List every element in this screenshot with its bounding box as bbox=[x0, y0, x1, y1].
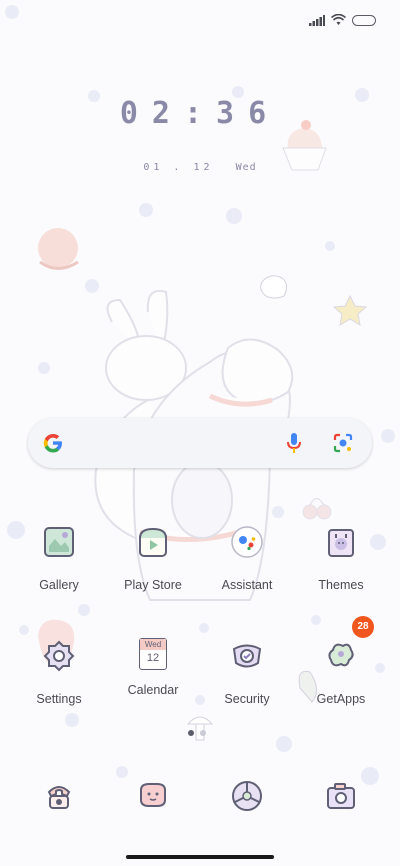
gallery-icon bbox=[44, 527, 74, 557]
calendar-icon: Wed 12 bbox=[139, 638, 167, 670]
cherries-decoration bbox=[302, 498, 332, 520]
clock-hour-ones: 2 bbox=[151, 96, 184, 131]
calendar-icon-day: 12 bbox=[146, 652, 160, 664]
google-logo-icon[interactable] bbox=[41, 431, 65, 455]
date-display[interactable]: 01 . 12 Wed bbox=[0, 162, 400, 173]
microphone-icon[interactable] bbox=[286, 431, 302, 455]
app-security[interactable]: Security bbox=[200, 638, 294, 706]
battery-icon bbox=[352, 14, 376, 26]
app-label: Security bbox=[224, 692, 270, 706]
clock-separator: : bbox=[183, 96, 217, 131]
mushroom-decoration bbox=[186, 716, 214, 741]
app-label: Calendar bbox=[127, 683, 179, 697]
page-indicator[interactable] bbox=[188, 730, 206, 736]
google-lens-icon[interactable] bbox=[332, 432, 354, 454]
camera-icon[interactable] bbox=[323, 778, 359, 814]
app-label: Assistant bbox=[221, 578, 273, 592]
page-dot bbox=[200, 730, 206, 736]
security-icon bbox=[232, 644, 262, 668]
weekday-text: Wed bbox=[235, 162, 257, 173]
app-label: Themes bbox=[318, 578, 364, 592]
assistant-icon bbox=[231, 526, 263, 558]
notification-badge: 28 bbox=[352, 616, 374, 638]
status-bar bbox=[309, 14, 376, 26]
app-calendar[interactable]: Wed 12 Calendar bbox=[106, 638, 200, 697]
app-play-store[interactable]: Play Store bbox=[106, 524, 200, 592]
app-label: Gallery bbox=[39, 578, 79, 592]
settings-icon bbox=[43, 640, 75, 672]
getapps-icon bbox=[328, 643, 354, 667]
calendar-icon-header: Wed bbox=[140, 639, 166, 650]
app-label: Play Store bbox=[124, 578, 182, 592]
app-gallery[interactable]: Gallery bbox=[12, 524, 106, 592]
app-assistant[interactable]: Assistant bbox=[200, 524, 294, 592]
star-decoration bbox=[332, 294, 368, 326]
page-dot-active bbox=[188, 730, 194, 736]
clock[interactable]: 02:36 bbox=[0, 96, 400, 131]
clock-minute-tens: 3 bbox=[216, 96, 249, 131]
home-screen: 02:36 01 . 12 Wed Gallery Play Store Ass… bbox=[0, 0, 400, 866]
app-label: GetApps bbox=[316, 692, 366, 706]
signal-icon bbox=[309, 14, 325, 26]
home-indicator[interactable] bbox=[126, 855, 274, 859]
app-themes[interactable]: Themes bbox=[294, 524, 388, 592]
wifi-icon bbox=[331, 14, 346, 25]
clock-minute-ones: 6 bbox=[248, 96, 281, 131]
phone-icon[interactable] bbox=[41, 778, 77, 814]
app-settings[interactable]: Settings bbox=[12, 638, 106, 706]
app-getapps[interactable]: 28 GetApps bbox=[294, 616, 388, 706]
themes-icon bbox=[328, 529, 354, 557]
clock-hour-tens: 0 bbox=[119, 96, 152, 131]
date-text: 01 . 12 bbox=[143, 162, 214, 173]
bird-decoration bbox=[260, 275, 288, 299]
browser-icon[interactable] bbox=[229, 778, 265, 814]
play-store-icon bbox=[139, 527, 167, 557]
messages-icon[interactable] bbox=[135, 778, 171, 814]
peach-decoration bbox=[38, 228, 79, 270]
google-search-bar[interactable] bbox=[28, 418, 372, 468]
app-label: Settings bbox=[36, 692, 82, 706]
